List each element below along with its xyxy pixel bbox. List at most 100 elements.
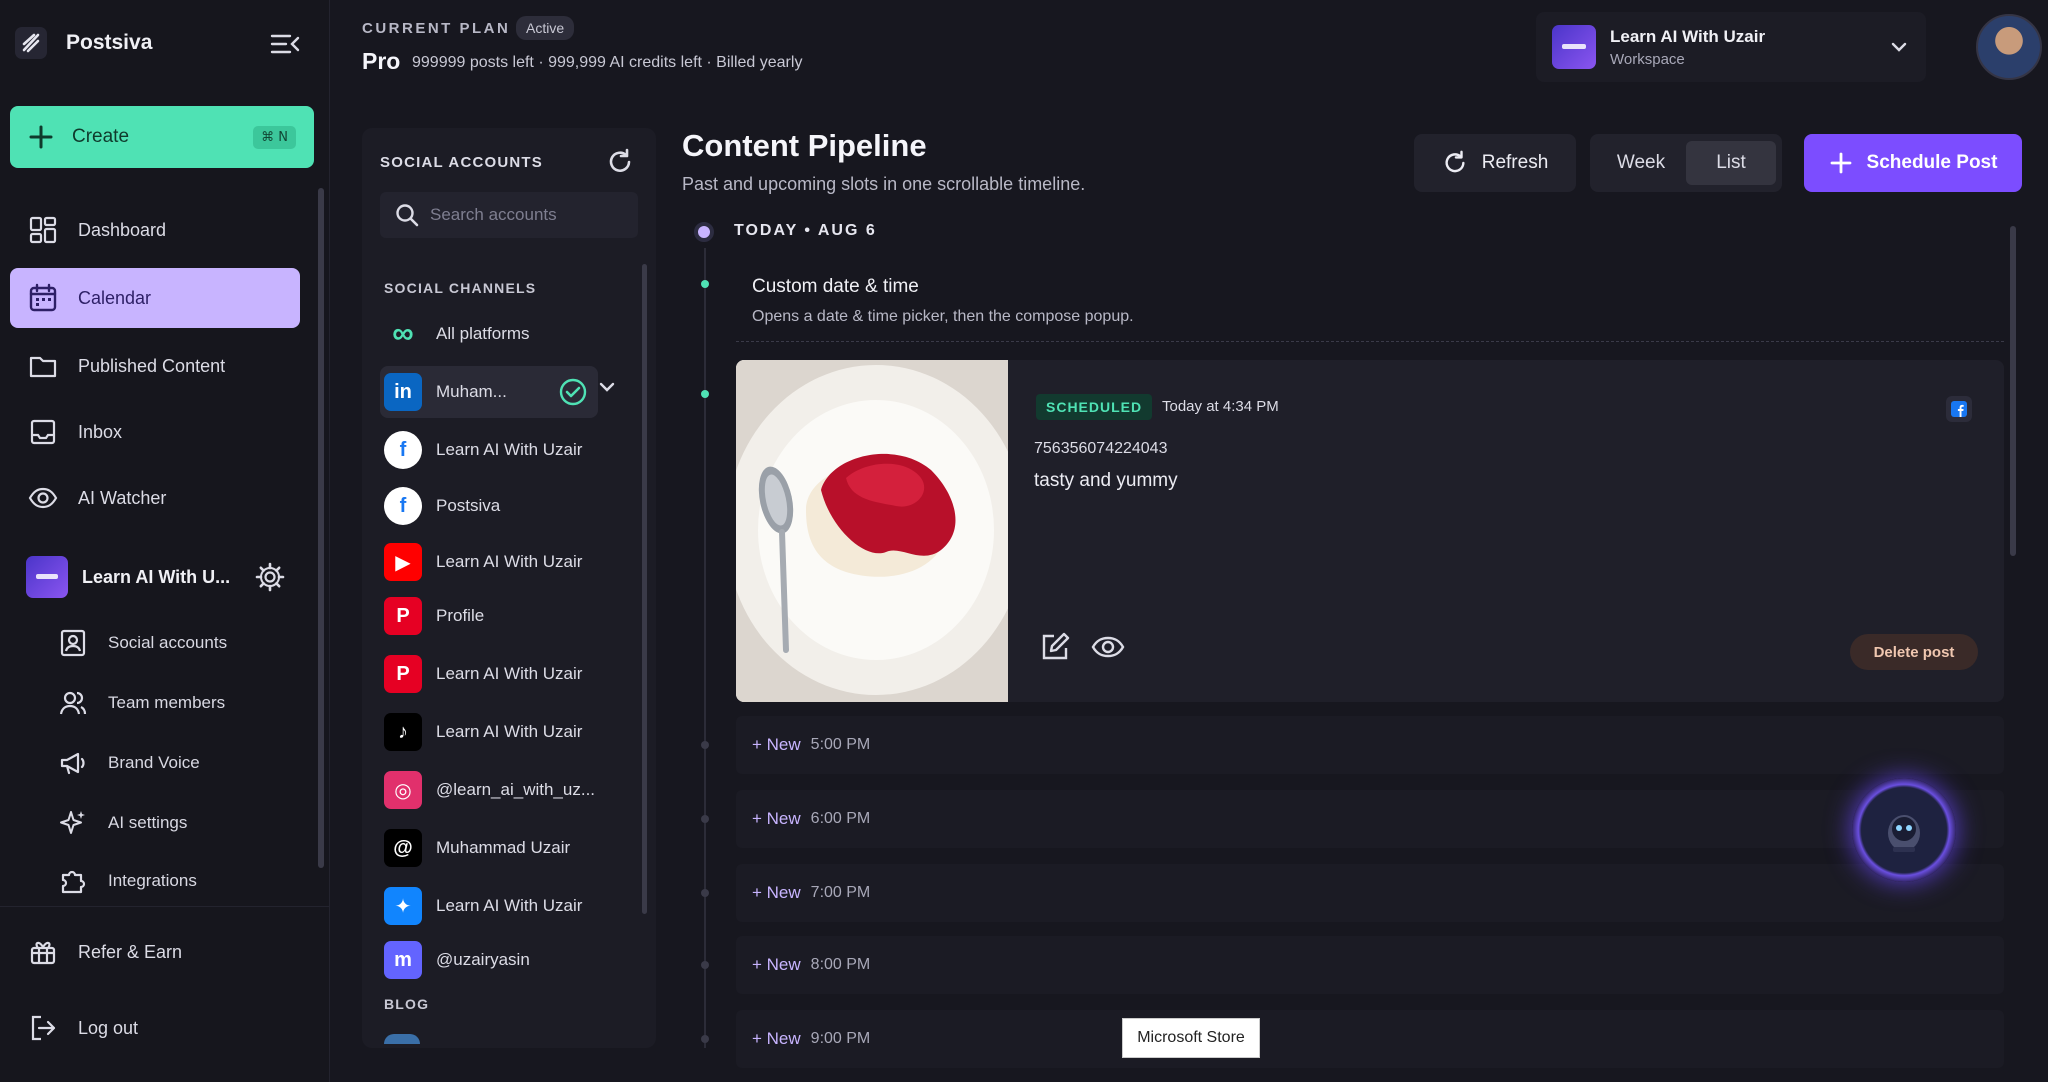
channel-item[interactable]: in Muham... xyxy=(380,366,598,418)
blog-item-icon xyxy=(384,1034,420,1044)
chevron-down-icon[interactable] xyxy=(596,376,618,398)
social-panel-scrollbar[interactable] xyxy=(642,264,647,914)
search-accounts-box[interactable] xyxy=(380,192,638,238)
timeline-dot xyxy=(701,1035,709,1043)
post-caption: tasty and yummy xyxy=(1034,470,1178,491)
collapse-sidebar-icon[interactable] xyxy=(270,32,300,56)
brand[interactable]: Postsiva xyxy=(14,26,152,60)
view-week-button[interactable]: Week xyxy=(1596,141,1686,185)
sub-team-members-label: Team members xyxy=(108,693,226,712)
sidebar-workspace[interactable]: Learn AI With U... xyxy=(26,556,286,598)
sidebar-divider xyxy=(0,906,330,907)
channel-item[interactable]: ♪ Learn AI With Uzair xyxy=(380,706,598,758)
sparkles-icon xyxy=(58,808,88,838)
channel-item[interactable]: P Learn AI With Uzair xyxy=(380,648,598,700)
nav-dashboard[interactable]: Dashboard xyxy=(10,200,300,260)
linkedin-icon: in xyxy=(384,373,422,411)
all-icon: ∞ xyxy=(392,317,414,350)
new-post-link[interactable]: + New xyxy=(752,883,801,903)
timeline-dot xyxy=(701,815,709,823)
channel-item[interactable]: @ Muhammad Uzair xyxy=(380,822,598,874)
new-post-link[interactable]: + New xyxy=(752,955,801,975)
time-slot[interactable]: + New 5:00 PM xyxy=(736,716,2004,774)
nav-refer-label: Refer & Earn xyxy=(78,941,183,962)
channel-item[interactable]: ∞ All platforms xyxy=(380,308,598,360)
custom-date-time-slot[interactable]: Custom date & time Opens a date & time p… xyxy=(736,260,2004,342)
new-post-link[interactable]: + New xyxy=(752,809,801,829)
nav-ai-watcher[interactable]: AI Watcher xyxy=(10,468,300,528)
sub-ai-settings[interactable]: AI settings xyxy=(58,798,308,848)
slot-time: 5:00 PM xyxy=(810,736,871,753)
slot-time: 8:00 PM xyxy=(810,956,871,973)
nav-published-content[interactable]: Published Content xyxy=(10,336,300,396)
workspace-logo-icon xyxy=(26,556,68,598)
refresh-accounts-icon[interactable] xyxy=(606,148,634,176)
social-accounts-title: SOCIAL ACCOUNTS xyxy=(380,154,544,171)
mastodon-icon: m xyxy=(384,941,422,979)
sub-brand-voice[interactable]: Brand Voice xyxy=(58,738,308,788)
channel-item[interactable]: f Postsiva xyxy=(380,480,598,532)
refresh-button[interactable]: Refresh xyxy=(1414,134,1576,192)
edit-post-icon[interactable] xyxy=(1038,630,1072,664)
new-post-link[interactable]: + New xyxy=(752,735,801,755)
megaphone-icon xyxy=(58,748,88,778)
scheduled-post-card[interactable]: SCHEDULED Today at 4:34 PM 7563560742240… xyxy=(736,360,2004,702)
nav-inbox[interactable]: Inbox xyxy=(10,402,300,462)
schedule-post-button[interactable]: Schedule Post xyxy=(1804,134,2022,192)
post-thumbnail xyxy=(736,360,1008,702)
schedule-post-label: Schedule Post xyxy=(1866,152,1998,173)
channel-label: Muham... xyxy=(436,382,507,401)
delete-post-button[interactable]: Delete post xyxy=(1850,634,1978,670)
nav-logout-label: Log out xyxy=(78,1017,139,1038)
view-toggle: Week List xyxy=(1590,134,1782,192)
social-channels-title: SOCIAL CHANNELS xyxy=(384,280,537,296)
threads-icon: @ xyxy=(384,829,422,867)
user-avatar[interactable] xyxy=(1976,14,2042,80)
timeline-dot xyxy=(701,889,709,897)
channel-item[interactable]: f Learn AI With Uzair xyxy=(380,424,598,476)
view-list-button[interactable]: List xyxy=(1686,141,1776,185)
channel-label: @learn_ai_with_uz... xyxy=(436,780,596,799)
time-slot[interactable]: + New 7:00 PM xyxy=(736,864,2004,922)
instagram-icon: ◎ xyxy=(384,771,422,809)
settings-gear-icon[interactable] xyxy=(254,561,286,593)
nav-ai-watcher-label: AI Watcher xyxy=(78,487,167,508)
timeline-dot xyxy=(701,741,709,749)
search-accounts-input[interactable] xyxy=(428,204,628,226)
workspace-switcher-sub: Workspace xyxy=(1610,50,1685,68)
nav-refer-earn[interactable]: Refer & Earn xyxy=(10,922,300,982)
preview-post-icon[interactable] xyxy=(1090,630,1126,664)
time-slot[interactable]: + New 6:00 PM xyxy=(736,790,2004,848)
sidebar-scrollbar[interactable] xyxy=(318,188,324,868)
workspace-switcher-logo-icon xyxy=(1552,25,1596,69)
channel-item[interactable]: P Profile xyxy=(380,590,598,642)
eye-icon xyxy=(28,483,58,513)
channel-item[interactable]: m @uzairyasin xyxy=(380,934,598,986)
channel-label: @uzairyasin xyxy=(436,950,530,969)
time-slot[interactable]: + New 8:00 PM xyxy=(736,936,2004,994)
plus-icon xyxy=(28,124,54,150)
workspace-switcher[interactable]: Learn AI With Uzair Workspace xyxy=(1536,12,1926,82)
create-button[interactable]: Create ⌘ N xyxy=(10,106,314,168)
workspace-switcher-title: Learn AI With Uzair xyxy=(1610,26,1766,46)
time-slot[interactable]: + New 9:00 PM xyxy=(736,1010,2004,1068)
channel-item[interactable]: ✦ Learn AI With Uzair xyxy=(380,880,598,932)
channel-label: Profile xyxy=(436,606,485,625)
pinterest-icon: P xyxy=(384,597,422,635)
sub-social-accounts[interactable]: Social accounts xyxy=(58,618,308,668)
plan-details: 999999 posts left · 999,999 AI credits l… xyxy=(412,54,803,71)
nav-log-out[interactable]: Log out xyxy=(10,998,300,1058)
sub-integrations[interactable]: Integrations xyxy=(58,856,308,906)
sub-team-members[interactable]: Team members xyxy=(58,678,308,728)
main-scrollbar[interactable] xyxy=(2010,226,2016,556)
new-post-link[interactable]: + New xyxy=(752,1029,801,1049)
channel-label: Learn AI With Uzair xyxy=(436,664,583,683)
nav-calendar[interactable]: Calendar xyxy=(10,268,300,328)
ai-assistant-button[interactable] xyxy=(1852,778,1956,882)
sub-integrations-label: Integrations xyxy=(108,871,197,890)
channel-item[interactable]: ▶ Learn AI With Uzair xyxy=(380,536,598,588)
nav-dashboard-label: Dashboard xyxy=(78,219,167,240)
channel-item[interactable]: ◎ @learn_ai_with_uz... xyxy=(380,764,598,816)
page-title: Content Pipeline xyxy=(682,128,927,163)
youtube-icon: ▶ xyxy=(384,543,422,581)
